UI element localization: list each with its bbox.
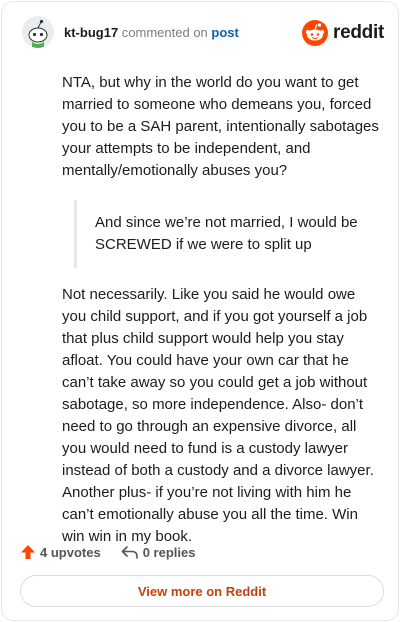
comment-header: kt-bug17 commented on post reddit — [22, 16, 384, 56]
comment-body: NTA, but why in the world do you want to… — [62, 72, 382, 548]
action-text: commented on — [121, 25, 208, 40]
comment-paragraph-2: Not necessarily. Like you said he would … — [62, 286, 374, 545]
reply-button[interactable]: 0 replies — [121, 544, 196, 560]
reply-count: 0 replies — [142, 544, 196, 560]
avatar[interactable] — [22, 16, 54, 48]
post-link[interactable]: post — [211, 25, 238, 40]
brand-name: reddit — [333, 22, 384, 43]
view-more-button[interactable]: View more on Reddit — [20, 575, 384, 607]
snoo-avatar-icon — [22, 16, 54, 48]
comment-paragraph-1: NTA, but why in the world do you want to… — [62, 74, 379, 179]
comment-byline: kt-bug17 commented on post — [64, 25, 239, 41]
upvote-count: 4 upvotes — [40, 544, 101, 560]
comment-card: kt-bug17 commented on post reddit NTA, b… — [1, 1, 399, 621]
upvote-button[interactable]: 4 upvotes — [20, 544, 101, 560]
username[interactable]: kt-bug17 — [64, 25, 118, 40]
reply-arrow-icon — [121, 546, 138, 559]
comment-actions: 4 upvotes 0 replies — [20, 540, 195, 564]
upvote-arrow-icon — [21, 545, 35, 559]
quoted-text: And since we’re not married, I would be … — [74, 200, 382, 268]
reddit-logo-icon — [302, 20, 329, 46]
reddit-brand[interactable]: reddit — [302, 18, 384, 48]
